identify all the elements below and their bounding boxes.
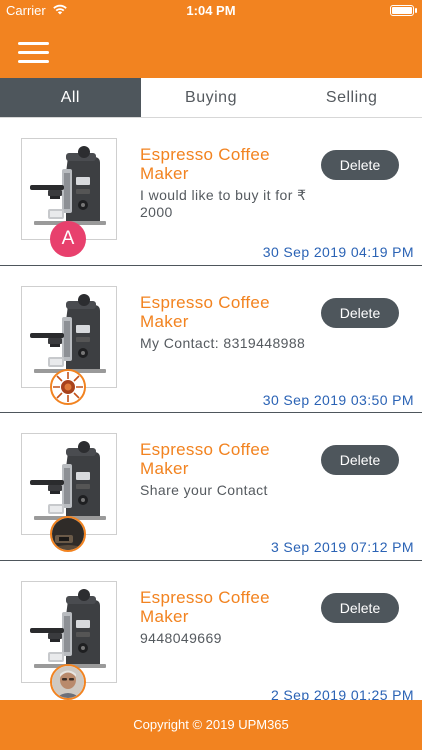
user-avatar: A — [50, 221, 86, 257]
avatar-letter: A — [61, 228, 75, 249]
item-title: Espresso Coffee Maker — [140, 440, 270, 478]
clock-time: 1:04 PM — [186, 3, 236, 18]
item-timestamp: 2 Sep 2019 01:25 PM — [270, 686, 414, 701]
list-item[interactable]: A Espresso Coffee Maker I would like to … — [0, 118, 422, 266]
delete-button[interactable]: Delete — [321, 150, 399, 180]
tab-selling[interactable]: Selling — [281, 78, 422, 117]
item-title: Espresso Coffee Maker — [140, 145, 270, 183]
delete-button[interactable]: Delete — [321, 445, 399, 475]
item-message: My Contact: 8319448988 — [140, 334, 306, 351]
list-item[interactable]: Espresso Coffee Maker My Contact: 831944… — [0, 265, 422, 413]
item-message: I would like to buy it for ₹ 2000 — [140, 187, 307, 220]
message-list: A Espresso Coffee Maker I would like to … — [0, 118, 422, 700]
person-photo-avatar-icon — [50, 663, 86, 700]
app-header — [0, 22, 422, 78]
item-message: 9448049669 — [140, 629, 222, 646]
list-item[interactable]: Espresso Coffee Maker 9448049669 Delete … — [0, 560, 422, 701]
battery-icon — [390, 5, 417, 16]
tab-all[interactable]: All — [0, 78, 141, 117]
list-item[interactable]: Espresso Coffee Maker Share your Contact… — [0, 413, 422, 561]
filter-tabs: All Buying Selling — [0, 78, 422, 118]
item-timestamp: 30 Sep 2019 04:19 PM — [262, 244, 414, 260]
status-bar: Carrier 1:04 PM — [0, 0, 422, 22]
item-title: Espresso Coffee Maker — [140, 587, 270, 626]
item-title: Espresso Coffee Maker — [140, 292, 270, 331]
tab-buying[interactable]: Buying — [141, 78, 282, 117]
item-timestamp: 30 Sep 2019 03:50 PM — [262, 391, 414, 408]
sunburst-avatar-icon — [50, 368, 86, 405]
hamburger-menu-icon[interactable] — [18, 42, 49, 64]
delete-button[interactable]: Delete — [321, 297, 399, 328]
dark-photo-avatar-icon — [50, 516, 86, 552]
delete-button[interactable]: Delete — [321, 592, 399, 623]
item-message: Share your Contact — [140, 482, 268, 498]
item-timestamp: 3 Sep 2019 07:12 PM — [270, 539, 414, 555]
copyright-footer: Copyright © 2019 UPM365 — [0, 700, 422, 750]
